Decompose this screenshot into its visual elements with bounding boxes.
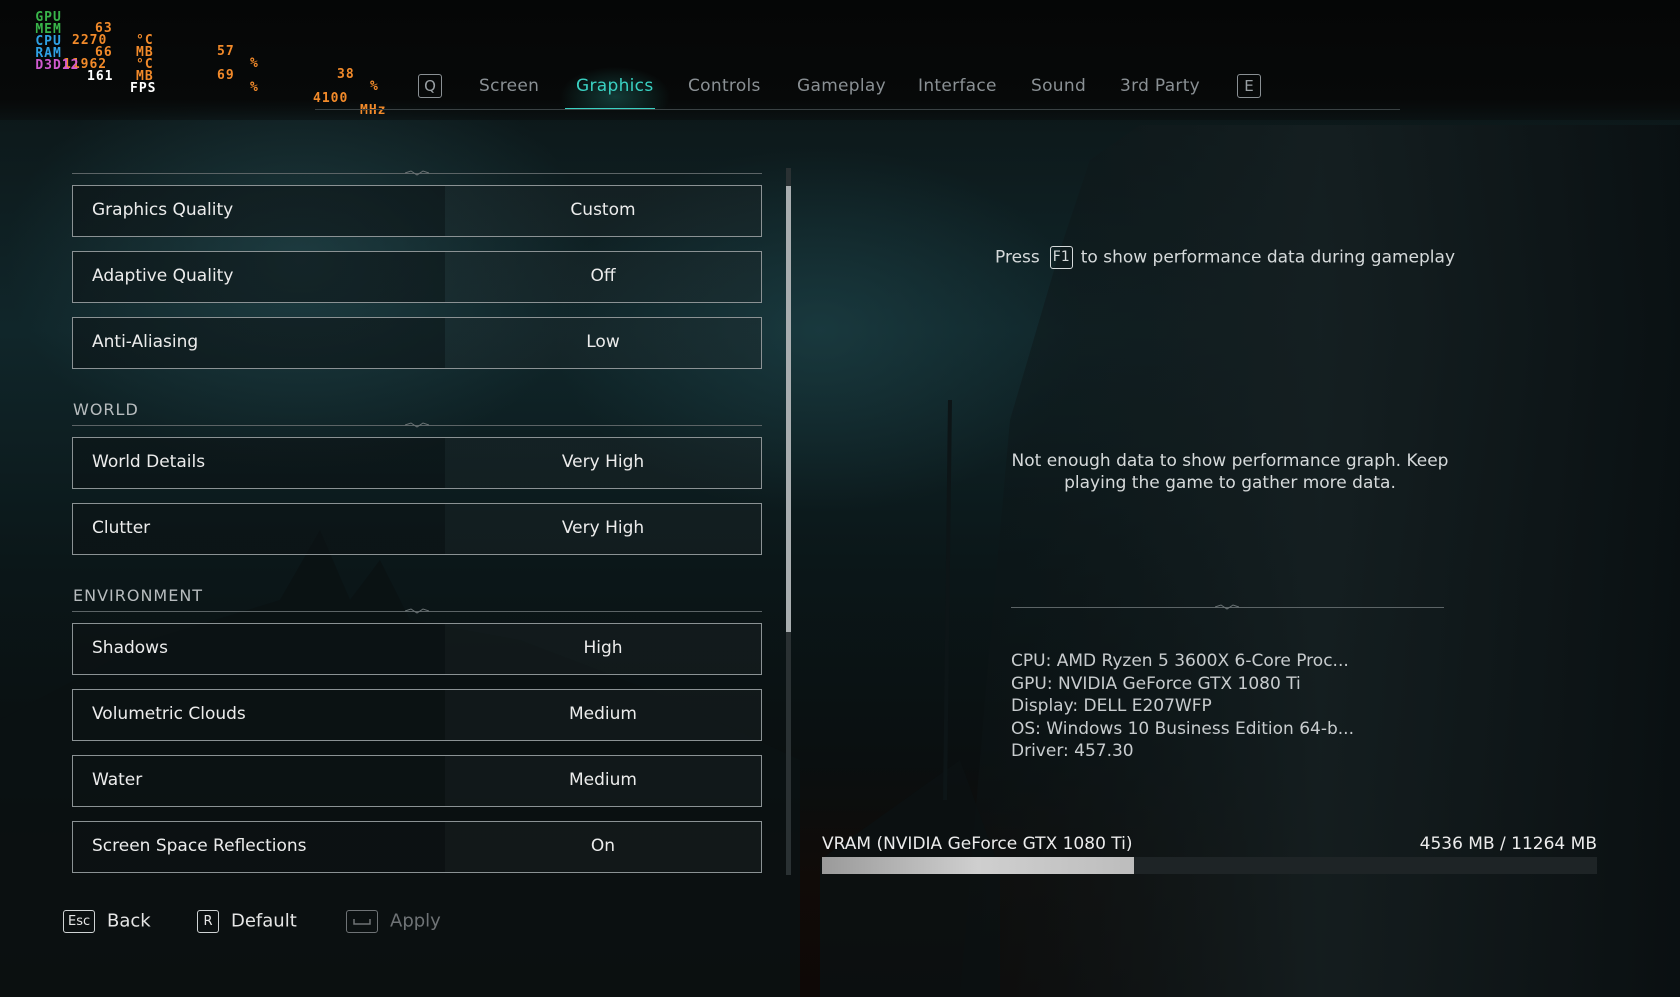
prev-tab-key[interactable]: Q — [418, 74, 442, 98]
setting-label: Adaptive Quality — [92, 266, 234, 286]
spacebar-icon — [353, 919, 371, 925]
vram-bar-fill — [822, 857, 1134, 874]
setting-row-adaptive-quality[interactable]: Adaptive Quality Off — [72, 251, 762, 303]
tab-divider — [315, 109, 1400, 110]
message-line: Not enough data to show performance grap… — [1011, 451, 1449, 471]
tab-gameplay[interactable]: Gameplay — [797, 76, 886, 96]
hint-suffix: to show performance data during gameplay — [1080, 247, 1455, 268]
default-button[interactable]: R Default — [197, 910, 297, 934]
settings-scrollbar-thumb[interactable] — [786, 186, 791, 632]
performance-graph-message: Not enough data to show performance grap… — [1000, 450, 1460, 494]
system-info: CPU: AMD Ryzen 5 3600X 6-Core Proc... GP… — [1011, 650, 1354, 763]
vram-label: VRAM (NVIDIA GeForce GTX 1080 Ti) — [822, 834, 1133, 854]
section-title-world: WORLD — [73, 400, 139, 419]
vram-value: 4536 MB / 11264 MB — [1419, 834, 1597, 854]
setting-row-water[interactable]: Water Medium — [72, 755, 762, 807]
tab-controls[interactable]: Controls — [688, 76, 761, 96]
apply-label: Apply — [390, 910, 441, 932]
setting-label: World Details — [92, 452, 206, 472]
setting-value[interactable]: Medium — [445, 704, 761, 724]
setting-label: Volumetric Clouds — [92, 704, 246, 724]
setting-row-shadows[interactable]: Shadows High — [72, 623, 762, 675]
setting-value[interactable]: On — [445, 836, 761, 856]
section-title-environment: ENVIRONMENT — [73, 586, 204, 605]
setting-value[interactable]: Off — [445, 266, 761, 286]
osd-value: 57 — [217, 44, 235, 59]
setting-row-volumetric-clouds[interactable]: Volumetric Clouds Medium — [72, 689, 762, 741]
back-label: Back — [107, 910, 151, 932]
system-display: Display: DELL E207WFP — [1011, 696, 1212, 716]
tab-3rd-party[interactable]: 3rd Party — [1120, 76, 1200, 96]
setting-value[interactable]: Custom — [445, 200, 761, 220]
setting-label: Anti-Aliasing — [92, 332, 199, 352]
separator-ornament-icon — [1215, 604, 1239, 610]
settings-list[interactable]: Graphics Quality Custom Adaptive Quality… — [0, 160, 800, 875]
apply-button[interactable]: Apply — [346, 910, 441, 934]
setting-label: Clutter — [92, 518, 151, 538]
performance-hint: Press F1 to show performance data during g… — [995, 246, 1455, 269]
setting-row-world-details[interactable]: World Details Very High — [72, 437, 762, 489]
f1-key-icon: F1 — [1049, 246, 1073, 269]
separator-ornament-icon — [405, 170, 429, 176]
esc-key-icon: Esc — [63, 910, 95, 933]
next-tab-key[interactable]: E — [1237, 74, 1261, 98]
settings-tab-bar: Q Screen Graphics Controls Gameplay Inte… — [0, 66, 1680, 110]
system-cpu: CPU: AMD Ryzen 5 3600X 6-Core Proc... — [1011, 651, 1349, 671]
system-os: OS: Windows 10 Business Edition 64-b... — [1011, 718, 1354, 739]
setting-value[interactable]: Medium — [445, 770, 761, 790]
r-key-icon: R — [197, 910, 219, 933]
setting-label: Water — [92, 770, 143, 790]
space-key-icon — [346, 910, 378, 933]
tab-sound[interactable]: Sound — [1031, 76, 1086, 96]
system-driver: Driver: 457.30 — [1011, 741, 1134, 761]
default-label: Default — [231, 910, 297, 932]
message-line: playing the game to gather more data. — [1064, 473, 1396, 493]
separator-ornament-icon — [405, 608, 429, 614]
setting-label: Screen Space Reflections — [92, 836, 307, 856]
back-button[interactable]: Esc Back — [63, 910, 151, 934]
tab-screen[interactable]: Screen — [479, 76, 539, 96]
system-gpu: GPU: NVIDIA GeForce GTX 1080 Ti — [1011, 673, 1301, 694]
setting-value[interactable]: High — [445, 638, 761, 658]
tab-graphics[interactable]: Graphics — [576, 76, 653, 96]
setting-label: Graphics Quality — [92, 200, 234, 220]
setting-label: Shadows — [92, 638, 168, 658]
setting-value[interactable]: Very High — [445, 452, 761, 472]
setting-value[interactable]: Low — [445, 332, 761, 352]
setting-row-anti-aliasing[interactable]: Anti-Aliasing Low — [72, 317, 762, 369]
separator-ornament-icon — [405, 422, 429, 428]
setting-row-clutter[interactable]: Clutter Very High — [72, 503, 762, 555]
tab-interface[interactable]: Interface — [918, 76, 997, 96]
setting-value[interactable]: Very High — [445, 518, 761, 538]
setting-row-screen-space-reflections[interactable]: Screen Space Reflections On — [72, 821, 762, 873]
hint-prefix: Press — [995, 247, 1040, 268]
setting-row-graphics-quality[interactable]: Graphics Quality Custom — [72, 185, 762, 237]
